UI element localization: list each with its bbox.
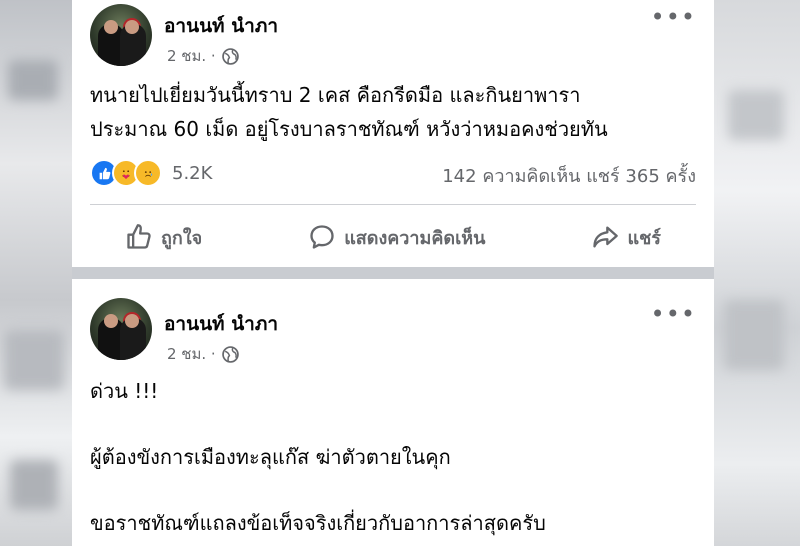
more-options-icon[interactable]: ••• (651, 302, 696, 326)
post-meta: 2 ชม. · (167, 342, 239, 366)
reaction-count: 5.2K (172, 162, 213, 184)
like-button[interactable]: ถูกใจ (125, 223, 202, 252)
globe-icon (221, 345, 239, 363)
thumbs-up-icon (127, 224, 151, 249)
comment-button[interactable]: แสดงความคิดเห็น (308, 223, 485, 252)
news-feed: อานนท์ นำภา 2 ชม. · ••• ทนายไปเยี่ยมวันน… (72, 0, 714, 546)
author-name[interactable]: อานนท์ นำภา (164, 309, 278, 339)
more-options-icon[interactable]: ••• (651, 5, 696, 29)
reaction-summary[interactable]: 5.2K (90, 159, 212, 187)
post-card: อานนท์ นำภา 2 ชม. · ••• ด่วน !!! ผู้ต้อง… (72, 279, 714, 546)
post-time[interactable]: 2 ชม. · (167, 342, 216, 366)
share-button-label: แชร์ (627, 227, 661, 249)
sad-icon (134, 159, 162, 187)
share-arrow-icon (593, 226, 619, 248)
action-bar: ถูกใจ แสดงความคิดเห็น แชร์ (72, 213, 714, 261)
blurred-background-left (0, 0, 72, 546)
comment-share-stats[interactable]: 142 ความคิดเห็น แชร์ 365 ครั้ง (442, 161, 696, 190)
divider (90, 204, 696, 205)
post-text: ด่วน !!! ผู้ต้องขังการเมืองทะลุแก๊ส ฆ่าต… (90, 379, 546, 535)
like-button-label: ถูกใจ (161, 227, 203, 249)
comment-bubble-icon (310, 225, 334, 249)
post-card: อานนท์ นำภา 2 ชม. · ••• ทนายไปเยี่ยมวันน… (72, 0, 714, 267)
avatar[interactable] (90, 4, 152, 66)
post-text: ทนายไปเยี่ยมวันนี้ทราบ 2 เคส คือกรีดมือ … (90, 83, 608, 141)
blurred-background-right (714, 0, 800, 546)
author-name[interactable]: อานนท์ นำภา (164, 11, 278, 41)
share-button[interactable]: แชร์ (591, 223, 661, 252)
comment-button-label: แสดงความคิดเห็น (344, 227, 486, 249)
post-time[interactable]: 2 ชม. · (167, 44, 216, 68)
globe-icon (221, 47, 239, 65)
avatar[interactable] (90, 298, 152, 360)
post-meta: 2 ชม. · (167, 44, 239, 68)
